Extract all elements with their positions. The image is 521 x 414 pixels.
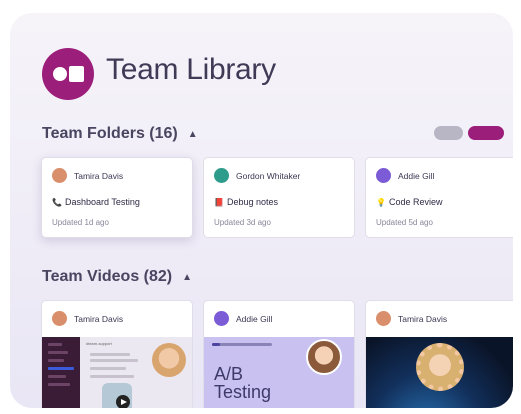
- presenter-bubble: [152, 343, 186, 377]
- avatar: [214, 311, 229, 326]
- video-card[interactable]: Addie Gill A/B Testing: [203, 300, 355, 408]
- folders-section-title: Team Folders (16): [42, 125, 178, 142]
- channel-label: #team-support: [86, 341, 112, 346]
- folder-name: 📕 Debug notes: [214, 197, 279, 207]
- card-author: Tamira Davis: [52, 311, 123, 326]
- folder-card[interactable]: Gordon Whitaker 📕 Debug notes Updated 3d …: [203, 157, 355, 238]
- phone-icon: 📞: [52, 198, 62, 207]
- view-toggle-on[interactable]: [468, 126, 504, 140]
- avatar: [376, 168, 391, 183]
- folder-card[interactable]: Addie Gill 💡 Code Review Updated 5d ago: [365, 157, 513, 238]
- updated-time: Updated 1d ago: [52, 218, 109, 227]
- author-name: Tamira Davis: [74, 313, 124, 324]
- chevron-up-icon[interactable]: ▲: [182, 272, 192, 283]
- lightbulb-icon: 💡: [376, 198, 386, 207]
- video-thumbnail[interactable]: [366, 337, 513, 408]
- folder-name: 💡 Code Review: [376, 197, 443, 207]
- play-icon[interactable]: [116, 395, 130, 408]
- avatar: [376, 311, 391, 326]
- card-author: Tamira Davis: [376, 311, 447, 326]
- author-name: Gordon Whitaker: [236, 170, 301, 181]
- library-panel: Team Library Team Folders (16) ▲ Tamira …: [10, 13, 513, 408]
- page-title: Team Library: [106, 53, 276, 86]
- card-author: Addie Gill: [214, 311, 272, 326]
- card-author: Addie Gill: [376, 168, 434, 183]
- videos-section-title: Team Videos (82): [42, 268, 173, 285]
- video-card[interactable]: Tamira Davis #team-support: [41, 300, 193, 408]
- author-name: Tamira Davis: [398, 313, 448, 324]
- card-author: Tamira Davis: [52, 168, 123, 183]
- video-thumbnail[interactable]: A/B Testing: [204, 337, 354, 408]
- videos-section-header[interactable]: Team Videos (82) ▲: [42, 268, 192, 286]
- updated-time: Updated 5d ago: [376, 218, 433, 227]
- folder-name: 📞 Dashboard Testing: [52, 197, 140, 207]
- card-author: Gordon Whitaker: [214, 168, 300, 183]
- avatar: [52, 168, 67, 183]
- avatar: [214, 168, 229, 183]
- thumbnail-heading: A/B Testing: [214, 364, 272, 402]
- folders-section-header[interactable]: Team Folders (16) ▲: [42, 125, 198, 143]
- folder-card[interactable]: Tamira Davis 📞 Dashboard Testing Updated …: [41, 157, 193, 238]
- chevron-up-icon[interactable]: ▲: [188, 129, 198, 140]
- author-name: Addie Gill: [398, 170, 435, 181]
- video-card[interactable]: Tamira Davis: [365, 300, 513, 408]
- book-icon: 📕: [214, 198, 224, 207]
- video-thumbnail[interactable]: #team-support: [42, 337, 192, 408]
- author-name: Addie Gill: [236, 313, 273, 324]
- author-name: Tamira Davis: [74, 170, 124, 181]
- avatar: [52, 311, 67, 326]
- presenter-bubble: [416, 343, 464, 391]
- updated-time: Updated 3d ago: [214, 218, 271, 227]
- team-logo-icon: [42, 48, 94, 100]
- view-toggle-off[interactable]: [434, 126, 463, 140]
- presenter-bubble: [306, 339, 342, 375]
